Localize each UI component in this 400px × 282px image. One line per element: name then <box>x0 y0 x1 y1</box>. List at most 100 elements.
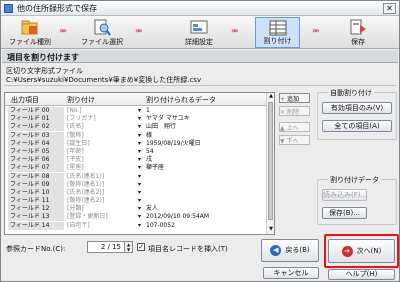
close-button[interactable]: ✕ <box>383 3 396 14</box>
output-field-cell: フィールド 10 <box>8 188 64 197</box>
dropdown-arrow-icon[interactable]: ▾ <box>138 213 141 221</box>
step-save[interactable]: 保存 <box>338 17 378 48</box>
app-icon <box>4 4 13 13</box>
data-cell: 獅子座 <box>146 164 165 172</box>
plus-icon: + <box>280 96 286 103</box>
data-cell: ヤマダ マサユキ <box>146 115 190 123</box>
table-row[interactable]: フィールド 06 [干支] 戌 ▾ <box>5 156 267 165</box>
dropdown-arrow-icon[interactable]: ▾ <box>138 156 141 164</box>
step-arrow: »» <box>59 26 67 35</box>
table-row[interactable]: フィールド 00 [No.] 1 ▾ <box>5 107 267 115</box>
window-title: 他の住所録形式で保存 <box>17 4 97 13</box>
table-row[interactable]: フィールド 14 [自宅〒] 107-0052 ▾ <box>5 221 267 230</box>
scroll-thumb[interactable] <box>268 102 273 220</box>
table-row[interactable]: フィールド 04 [誕生日] 1959/08/19/火曜日 ▾ <box>5 139 267 148</box>
dropdown-arrow-icon[interactable]: ▾ <box>138 107 141 115</box>
save-data-button[interactable]: 保存(B)... <box>322 207 367 219</box>
data-cell: 1959/08/19/火曜日 <box>146 139 201 147</box>
step-arrow: »» <box>312 26 320 35</box>
highlight-box <box>324 234 399 268</box>
move-up-button[interactable]: ▲ 上へ <box>279 122 310 132</box>
arrow-down-icon: ▼ <box>280 138 285 145</box>
valid-items-button[interactable]: 有効項目のみ(V) <box>322 102 392 114</box>
dropdown-arrow-icon[interactable]: ▾ <box>138 123 141 131</box>
step-file-select[interactable]: ファイル選択 <box>76 17 128 48</box>
table-row[interactable]: フィールド 05 [年齢] 54 ▾ <box>5 147 267 156</box>
output-field-cell: フィールド 03 <box>8 131 64 140</box>
assign-cell: [年齢] <box>67 147 84 155</box>
assign-data-title: 割り付けデータ <box>328 175 381 185</box>
step-detail-settings[interactable]: 詳細設定 <box>176 17 222 48</box>
all-items-button[interactable]: 全ての項目(A) <box>322 120 392 132</box>
output-field-cell: フィールド 12 <box>8 205 64 214</box>
table-scrollbar[interactable]: ▲ ▼ <box>266 93 274 234</box>
table-row[interactable]: フィールド 13 [登録・更新日] 2012/09/10 09:54AM ▾ <box>5 213 267 222</box>
dropdown-arrow-icon[interactable]: ▾ <box>138 189 141 197</box>
spin-down-icon[interactable]: ▼ <box>127 247 130 252</box>
help-button[interactable]: ヘルプ(H) <box>328 269 395 280</box>
assign-cell: [敬称] <box>67 131 84 139</box>
dropdown-arrow-icon[interactable]: ▾ <box>138 173 141 181</box>
dropdown-arrow-icon[interactable]: ▾ <box>138 181 141 189</box>
dropdown-arrow-icon[interactable]: ▾ <box>138 140 141 148</box>
insert-header-label: 項目名レコードを挿入(T) <box>148 245 228 253</box>
data-cell: 様 <box>146 131 153 139</box>
assign-cell: [敬称(連名2)] <box>67 197 105 205</box>
back-arrow-icon: ◀ <box>270 244 282 256</box>
dropdown-arrow-icon[interactable]: ▾ <box>138 132 141 140</box>
step-arrow: »» <box>231 26 239 35</box>
scroll-up-icon[interactable]: ▲ <box>267 93 274 101</box>
table-row[interactable]: フィールド 12 [分類] 友人 ▾ <box>5 205 267 214</box>
move-down-button[interactable]: ▼ 下へ <box>279 135 310 145</box>
dialog-window: 他の住所録形式で保存 ✕ ファイル種別 »» ファイル選択 »» 詳細設定 »»… <box>0 0 400 282</box>
auto-assign-title: 自動割り付け <box>328 88 374 98</box>
dropdown-arrow-icon[interactable]: ▾ <box>138 164 141 172</box>
column-header-assign: 割り付け <box>67 96 95 104</box>
file-search-icon <box>94 19 111 36</box>
output-field-cell: フィールド 04 <box>8 139 64 148</box>
output-field-cell: フィールド 06 <box>8 156 64 165</box>
load-button[interactable]: 読み込み(F)... <box>322 189 367 201</box>
title-bar: 他の住所録形式で保存 ✕ <box>1 1 399 16</box>
dropdown-arrow-icon[interactable]: ▾ <box>138 148 141 156</box>
arrow-up-icon: ▲ <box>280 125 285 132</box>
table-row[interactable]: フィールド 07 [星座] 獅子座 ▾ <box>5 164 267 173</box>
table-row[interactable]: フィールド 01 [フリガナ] ヤマダ マサユキ ▾ <box>5 115 267 124</box>
delete-icon: ✕ <box>280 109 286 116</box>
page-title: 項目を割り付けます <box>7 53 79 62</box>
assign-cell: [登録・更新日] <box>67 213 108 221</box>
assign-cell: [フリガナ] <box>67 115 96 123</box>
scroll-down-icon[interactable]: ▼ <box>267 226 274 234</box>
reference-card-spinner[interactable]: ▲ ▼ <box>125 241 133 253</box>
output-field-cell: フィールド 05 <box>8 147 64 156</box>
assign-cell: [No.] <box>67 107 82 114</box>
dropdown-arrow-icon[interactable]: ▾ <box>138 197 141 205</box>
back-button[interactable]: ◀ 戻る(B) <box>261 239 319 262</box>
reference-card-label: 参照カードNo.(C): <box>6 245 66 253</box>
output-field-cell: フィールド 00 <box>8 107 64 115</box>
assign-cell: [星座] <box>67 164 84 172</box>
assign-cell: [干支] <box>67 156 84 164</box>
table-row[interactable]: フィールド 08 [氏名(連名1)] ▾ <box>5 172 267 181</box>
step-file-type[interactable]: ファイル種別 <box>6 17 54 48</box>
cancel-button[interactable]: キャンセル <box>263 267 319 279</box>
data-cell: 107-0052 <box>146 221 175 229</box>
add-button[interactable]: + 追加 <box>279 93 310 103</box>
reference-card-input[interactable]: 2 / 15 <box>87 241 125 253</box>
table-row[interactable]: フィールド 10 [氏名(連名2)] ▾ <box>5 188 267 197</box>
table-row[interactable]: フィールド 02 [氏名] 山田 翔行 ▾ <box>5 123 267 132</box>
output-field-cell: フィールド 02 <box>8 123 64 132</box>
save-icon <box>350 19 366 35</box>
step-assign[interactable]: 割り付け <box>255 17 300 48</box>
delete-button[interactable]: ✕ 削除 <box>279 106 310 116</box>
table-row[interactable]: フィールド 03 [敬称] 様 ▾ <box>5 131 267 140</box>
wizard-steps: ファイル種別 »» ファイル選択 »» 詳細設定 »» 割り付け »» 保存 <box>1 16 399 49</box>
dropdown-arrow-icon[interactable]: ▾ <box>138 205 141 213</box>
table-row[interactable]: フィールド 09 [敬称(連名1)] ▾ <box>5 180 267 189</box>
dropdown-arrow-icon[interactable]: ▾ <box>138 115 141 123</box>
insert-header-checkbox[interactable]: ✓ <box>137 243 145 251</box>
dropdown-arrow-icon[interactable]: ▾ <box>138 222 141 230</box>
output-field-cell: フィールド 13 <box>8 213 64 222</box>
assign-cell: [誕生日] <box>67 139 90 147</box>
table-row[interactable]: フィールド 11 [敬称(連名2)] ▾ <box>5 197 267 206</box>
